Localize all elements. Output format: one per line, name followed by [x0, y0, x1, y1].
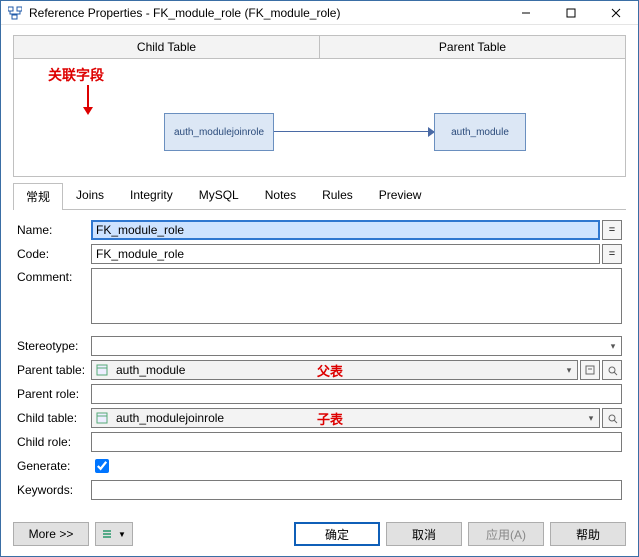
menu-dropdown-button[interactable]: ▼ — [95, 522, 133, 546]
tab-rules[interactable]: Rules — [309, 183, 366, 210]
child-table-button[interactable]: Child Table — [14, 36, 320, 58]
diagram-area: 关联字段 auth_modulejoinrole auth_module — [13, 59, 626, 177]
tab-notes[interactable]: Notes — [252, 183, 309, 210]
generate-label: Generate: — [17, 459, 91, 473]
childtable-combo[interactable]: auth_modulejoinrole ▾ — [91, 408, 600, 428]
entity-parent[interactable]: auth_module — [434, 113, 526, 151]
childrole-input[interactable] — [91, 432, 622, 452]
parenttable-browse-button[interactable] — [580, 360, 600, 380]
tab-joins[interactable]: Joins — [63, 183, 117, 210]
tab-mysql[interactable]: MySQL — [186, 183, 252, 210]
menu-icon — [102, 528, 114, 540]
chevron-down-icon: ▾ — [605, 337, 621, 355]
table-split-header: Child Table Parent Table — [13, 35, 626, 59]
help-button[interactable]: 帮助 — [550, 522, 626, 546]
client-area: Child Table Parent Table 关联字段 auth_modul… — [1, 25, 638, 514]
app-icon — [7, 5, 23, 21]
childtable-value: auth_modulejoinrole — [112, 409, 583, 427]
code-label: Code: — [17, 247, 91, 261]
chevron-down-icon: ▼ — [118, 530, 126, 539]
code-eq-button[interactable]: = — [602, 244, 622, 264]
maximize-button[interactable] — [548, 1, 593, 24]
ok-button[interactable]: 确定 — [294, 522, 380, 546]
child-hint: 子表 — [317, 409, 343, 428]
comment-input[interactable] — [91, 268, 622, 324]
keywords-input[interactable] — [91, 480, 622, 500]
relation-line — [274, 131, 434, 132]
more-button[interactable]: More >> — [13, 522, 89, 546]
generate-checkbox[interactable] — [95, 459, 109, 473]
parent-hint: 父表 — [317, 361, 343, 380]
titlebar: Reference Properties - FK_module_role (F… — [1, 1, 638, 25]
childtable-props-button[interactable] — [602, 408, 622, 428]
name-input[interactable] — [91, 220, 600, 240]
tab-general[interactable]: 常规 — [13, 183, 63, 210]
window-buttons — [503, 1, 638, 24]
chevron-down-icon: ▾ — [561, 361, 577, 379]
cancel-button[interactable]: 取消 — [386, 522, 462, 546]
window: Reference Properties - FK_module_role (F… — [0, 0, 639, 557]
footer: More >> ▼ 确定 取消 应用(A) 帮助 — [1, 514, 638, 556]
table-icon — [92, 361, 112, 379]
close-button[interactable] — [593, 1, 638, 24]
childrole-label: Child role: — [17, 435, 91, 449]
parentrole-label: Parent role: — [17, 387, 91, 401]
entity-child[interactable]: auth_modulejoinrole — [164, 113, 274, 151]
parenttable-props-button[interactable] — [602, 360, 622, 380]
annotation-arrow-icon — [78, 83, 98, 117]
stereotype-combo[interactable]: ▾ — [91, 336, 622, 356]
chevron-down-icon: ▾ — [583, 409, 599, 427]
parent-table-button[interactable]: Parent Table — [320, 36, 625, 58]
name-eq-button[interactable]: = — [602, 220, 622, 240]
minimize-button[interactable] — [503, 1, 548, 24]
stereotype-label: Stereotype: — [17, 339, 91, 353]
stereotype-value — [92, 337, 605, 355]
tab-integrity[interactable]: Integrity — [117, 183, 186, 210]
tabs: 常规 Joins Integrity MySQL Notes Rules Pre… — [13, 183, 626, 210]
parenttable-label: Parent table: — [17, 363, 91, 377]
form-panel: Name: = Code: = Comment: Stereotype: — [13, 210, 626, 508]
code-input[interactable] — [91, 244, 600, 264]
tab-preview[interactable]: Preview — [366, 183, 435, 210]
keywords-label: Keywords: — [17, 483, 91, 497]
childtable-label: Child table: — [17, 411, 91, 425]
table-icon — [92, 409, 112, 427]
comment-label: Comment: — [17, 268, 91, 324]
annotation-text: 关联字段 — [48, 65, 104, 85]
window-title: Reference Properties - FK_module_role (F… — [29, 6, 503, 20]
name-label: Name: — [17, 223, 91, 237]
parentrole-input[interactable] — [91, 384, 622, 404]
apply-button[interactable]: 应用(A) — [468, 522, 544, 546]
